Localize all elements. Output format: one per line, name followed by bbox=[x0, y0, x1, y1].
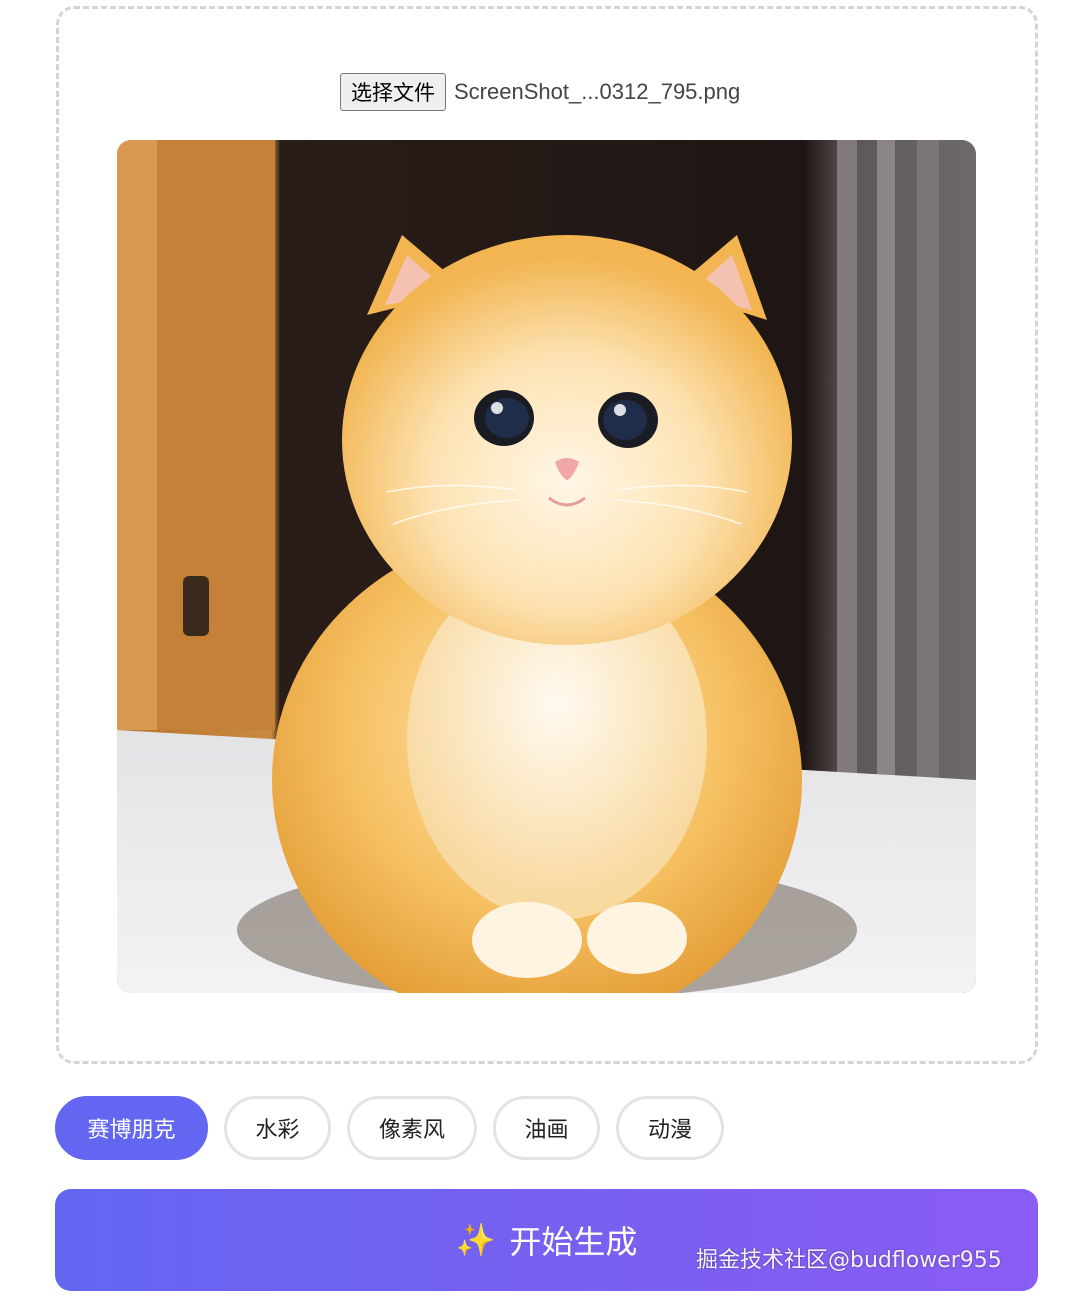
style-option-anime[interactable]: 动漫 bbox=[616, 1096, 724, 1160]
watermark: 掘金技术社区@budflower955 bbox=[696, 1248, 1002, 1273]
image-preview bbox=[117, 140, 976, 993]
choose-file-button[interactable]: 选择文件 bbox=[340, 73, 446, 111]
generate-label: 开始生成 bbox=[509, 1223, 638, 1261]
style-option-cyberpunk[interactable]: 赛博朋克 bbox=[55, 1096, 208, 1160]
style-option-watercolor[interactable]: 水彩 bbox=[224, 1096, 331, 1160]
selected-file-name: ScreenShot_...0312_795.png bbox=[454, 79, 741, 104]
style-option-oil-painting[interactable]: 油画 bbox=[493, 1096, 600, 1160]
sparkles-icon: ✨ bbox=[455, 1221, 496, 1259]
style-option-pixel[interactable]: 像素风 bbox=[347, 1096, 477, 1160]
generate-button[interactable]: ✨ 开始生成 bbox=[55, 1189, 1038, 1291]
style-options: 赛博朋克 水彩 像素风 油画 动漫 bbox=[55, 1096, 724, 1160]
file-input[interactable]: 选择文件 ScreenShot_...0312_795.png bbox=[340, 73, 740, 111]
kitten-photo bbox=[117, 140, 976, 993]
